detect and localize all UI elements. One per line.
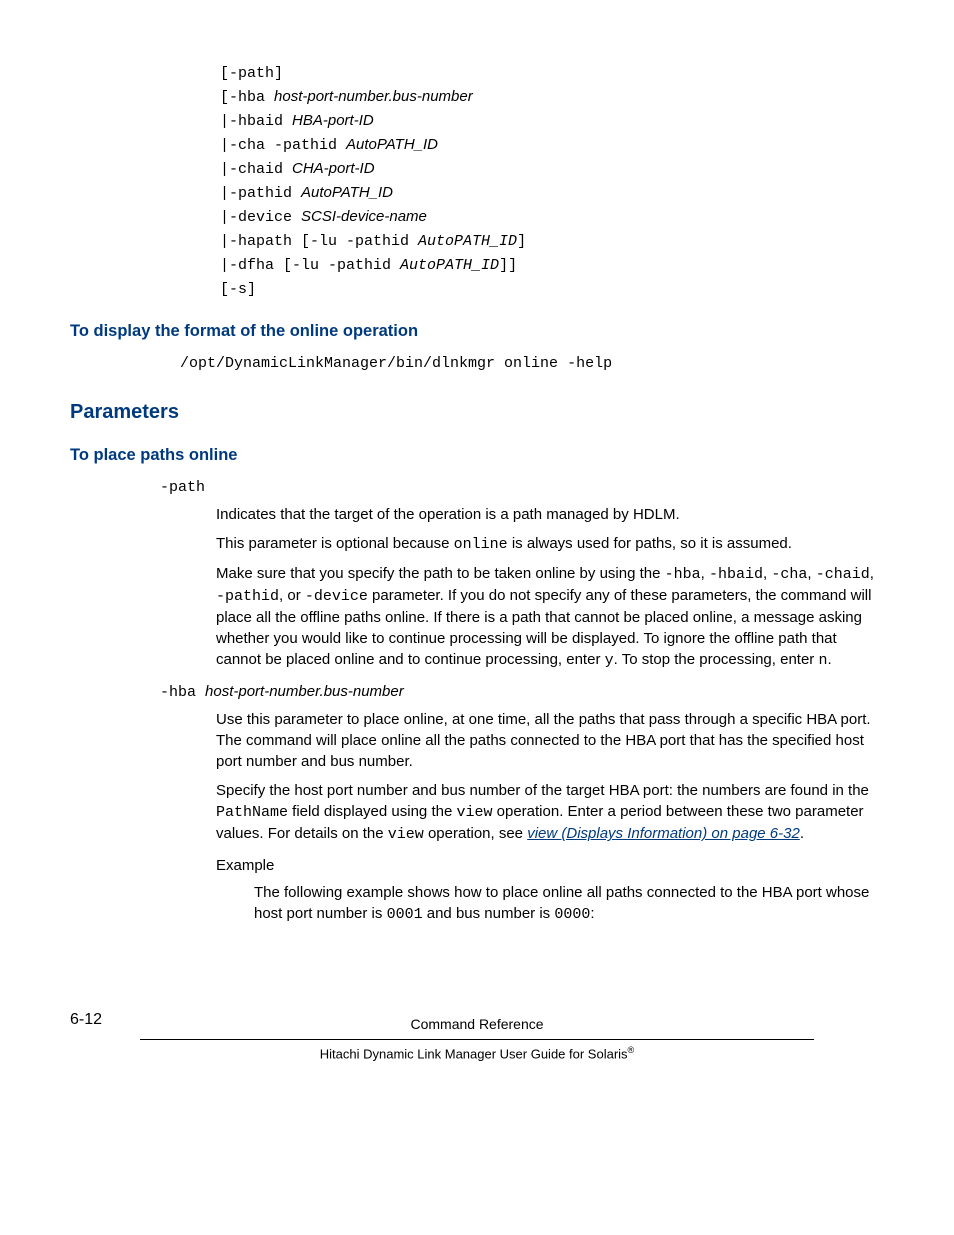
syntax-line: ] [517,233,526,250]
link-view-operation[interactable]: view (Displays Information) on page 6-32 [527,825,800,842]
syntax-param: AutoPATH_ID [301,184,393,201]
footer-rule [140,1039,814,1040]
syntax-param: AutoPATH_ID [346,136,438,153]
heading-place-paths-online: To place paths online [70,444,884,467]
syntax-line: |-dfha [-lu -pathid [220,257,400,274]
syntax-line: ]] [499,257,517,274]
body-text: Indicates that the target of the operati… [216,504,884,525]
page-footer: 6-12 Command Reference Hitachi Dynamic L… [70,1015,884,1063]
syntax-param: AutoPATH_ID [418,233,517,250]
syntax-line: [-hba [220,89,274,106]
param-path-desc: Indicates that the target of the operati… [216,504,884,671]
example-heading: Example [216,855,884,876]
page-number: 6-12 [70,1009,102,1031]
syntax-param: host-port-number.bus-number [274,88,473,105]
body-text: Make sure that you specify the path to b… [216,563,884,671]
syntax-line: |-device [220,209,301,226]
body-text: Specify the host port number and bus num… [216,780,884,845]
syntax-block: [-path] [-hba host-port-number.bus-numbe… [220,62,884,300]
param-hba-desc: Use this parameter to place online, at o… [216,709,884,845]
body-text: Use this parameter to place online, at o… [216,709,884,772]
heading-parameters: Parameters [70,398,884,426]
param-path-term: -path [160,477,884,498]
syntax-line: |-pathid [220,185,301,202]
syntax-param: AutoPATH_ID [400,257,499,274]
command-example: /opt/DynamicLinkManager/bin/dlnkmgr onli… [180,353,884,374]
syntax-param: CHA-port-ID [292,160,375,177]
syntax-line: |-hapath [-lu -pathid [220,233,418,250]
footer-title: Command Reference [70,1015,884,1035]
example-body: The following example shows how to place… [254,882,884,925]
syntax-line: |-cha -pathid [220,137,346,154]
syntax-line: [-path] [220,65,283,82]
syntax-line: |-hbaid [220,113,292,130]
param-hba-term: -hba host-port-number.bus-number [160,681,884,703]
parameter-list: -path Indicates that the target of the o… [160,477,884,925]
heading-display-format: To display the format of the online oper… [70,320,884,343]
syntax-param: HBA-port-ID [292,112,374,129]
syntax-line: [-s] [220,281,256,298]
footer-subtitle: Hitachi Dynamic Link Manager User Guide … [70,1044,884,1064]
body-text: This parameter is optional because onlin… [216,533,884,555]
syntax-line: |-chaid [220,161,292,178]
syntax-param: SCSI-device-name [301,208,427,225]
